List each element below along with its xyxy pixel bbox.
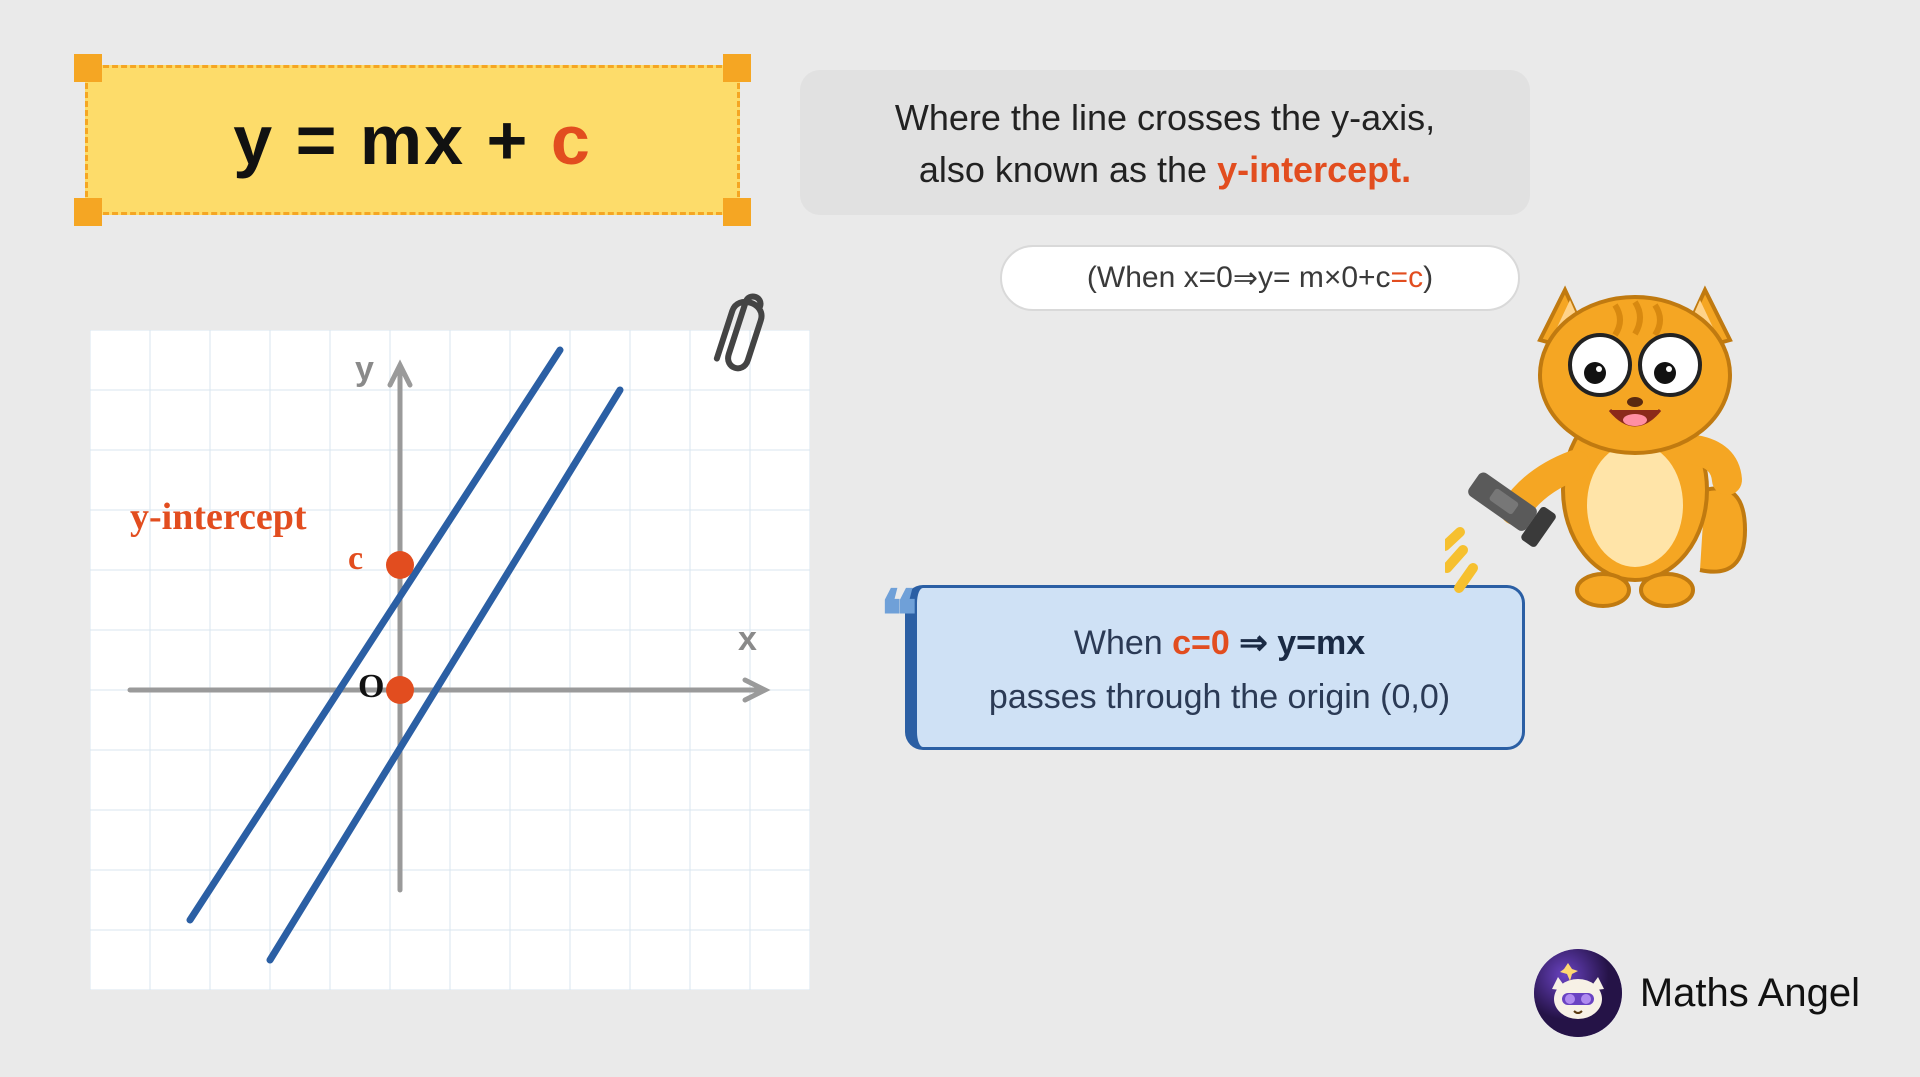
equation-banner: y = mx + c (85, 65, 740, 215)
formula-open: ( (1087, 261, 1097, 295)
callout-pre: When (1074, 624, 1172, 662)
brand-name: Maths Angel (1640, 971, 1860, 1016)
formula-close: ) (1423, 261, 1433, 295)
description-line1: Where the line crosses the y-axis, (840, 92, 1490, 144)
callout-eq: y=mx (1277, 624, 1365, 662)
y-intercept-label: y-intercept (130, 495, 307, 539)
equation-plus: + (487, 101, 551, 179)
equation-c: c (551, 101, 592, 179)
description-line2-pre: also known as the (919, 149, 1217, 190)
graph-svg (90, 330, 810, 990)
formula-c: c (1408, 261, 1423, 295)
x-axis-label: x (738, 620, 757, 659)
formula-eq: = (1391, 261, 1409, 295)
equation-lhs: y = mx (233, 101, 486, 179)
callout-line1: When c=0 ⇒ y=mx (947, 616, 1492, 670)
brand-badge-icon (1534, 949, 1622, 1037)
formula-pill: ( When x=0 ⇒ y= m×0+c = c ) (1000, 245, 1520, 311)
brand-logo: Maths Angel (1534, 949, 1860, 1037)
equation-text: y = mx + c (233, 100, 592, 180)
description-line2: also known as the y-intercept. (840, 144, 1490, 196)
selection-handle (74, 198, 102, 226)
description-box: Where the line crosses the y-axis, also … (800, 70, 1530, 215)
callout-c0: c=0 (1172, 624, 1230, 662)
selection-handle (723, 198, 751, 226)
formula-arrow: ⇒ (1233, 261, 1258, 296)
callout-box: When c=0 ⇒ y=mx passes through the origi… (905, 585, 1525, 750)
formula-p2: y= m×0+c (1258, 261, 1391, 295)
callout-arrow: ⇒ (1230, 624, 1277, 662)
cat-mascot-icon (1445, 270, 1755, 610)
graph-card: y x y-intercept c O (90, 330, 810, 990)
paperclip-icon (695, 285, 775, 385)
description-highlight: y-intercept. (1217, 149, 1411, 190)
quote-icon: ❝ (880, 575, 918, 658)
formula-p1: When x=0 (1097, 261, 1233, 295)
callout-line2: passes through the origin (0,0) (947, 670, 1492, 724)
y-axis-label: y (355, 350, 374, 389)
selection-handle (74, 54, 102, 82)
origin-label: O (358, 668, 384, 706)
c-point-label: c (348, 540, 363, 578)
selection-handle (723, 54, 751, 82)
